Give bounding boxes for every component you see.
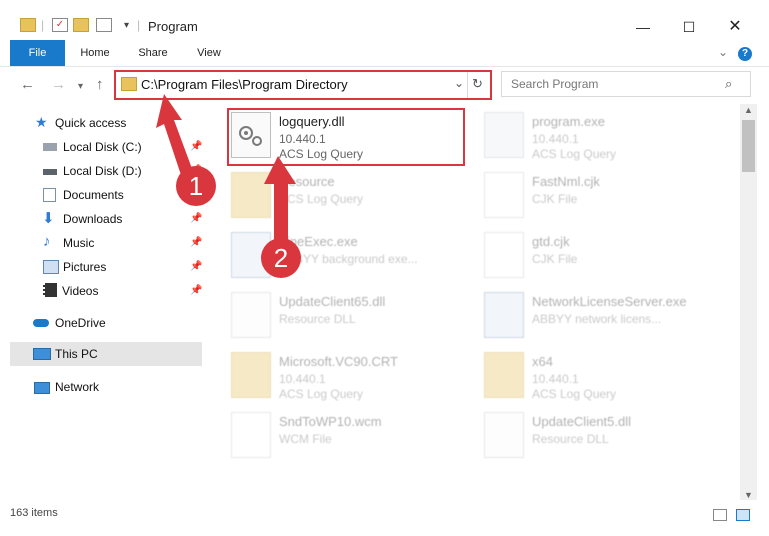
sidebar-item-network[interactable]: Network bbox=[0, 376, 202, 398]
exe-icon bbox=[484, 292, 524, 338]
tab-view[interactable]: View bbox=[186, 40, 232, 66]
star-icon: ★ bbox=[35, 114, 48, 130]
network-icon bbox=[34, 382, 50, 394]
file-description: WCM File bbox=[279, 432, 332, 446]
download-icon: ⬇ bbox=[42, 210, 55, 227]
file-name: SndToWP10.wcm bbox=[279, 414, 382, 429]
forward-arrow-icon[interactable]: → bbox=[51, 77, 66, 93]
properties-icon[interactable]: ✓ bbox=[52, 18, 68, 32]
recent-locations-icon[interactable]: ▾ bbox=[78, 79, 83, 95]
file-item[interactable]: x64 10.440.1 ACS Log Query bbox=[484, 352, 724, 408]
file-item[interactable]: program.exe 10.440.1 ACS Log Query bbox=[484, 112, 724, 168]
computer-icon bbox=[33, 348, 51, 360]
file-item[interactable]: FastNml.cjk CJK File bbox=[484, 172, 724, 228]
tab-home[interactable]: Home bbox=[72, 40, 118, 66]
file-icon bbox=[484, 232, 524, 278]
details-view-icon[interactable] bbox=[713, 509, 727, 521]
up-arrow-icon[interactable]: ↑ bbox=[96, 77, 104, 93]
file-description: ACS Log Query bbox=[279, 387, 364, 401]
close-icon: ✕ bbox=[728, 18, 742, 35]
drive-icon bbox=[43, 143, 57, 151]
sidebar-item-onedrive[interactable]: OneDrive bbox=[0, 312, 202, 334]
help-icon[interactable]: ? bbox=[738, 47, 752, 61]
file-name: NetworkLicenseServer.exe bbox=[532, 294, 687, 309]
title-bar: | ✓ ▾ | Program — ☐ ✕ bbox=[0, 0, 769, 40]
file-item[interactable]: NetworkLicenseServer.exe ABBYY network l… bbox=[484, 292, 724, 348]
file-item[interactable]: UpdateClient5.dll Resource DLL bbox=[484, 412, 724, 468]
folder-icon bbox=[231, 352, 271, 398]
divider: | bbox=[137, 18, 141, 32]
divider: | bbox=[41, 18, 45, 32]
arrow-1-icon bbox=[156, 94, 194, 178]
minimize-icon: — bbox=[636, 19, 650, 35]
music-icon: ♪ bbox=[43, 233, 51, 250]
large-icons-view-icon[interactable] bbox=[736, 509, 750, 521]
search-placeholder: Search Program bbox=[511, 77, 599, 91]
scroll-thumb[interactable] bbox=[742, 120, 755, 172]
window-title: Program bbox=[148, 19, 198, 34]
video-icon bbox=[43, 283, 57, 297]
expand-ribbon-icon[interactable]: ⌄ bbox=[718, 45, 728, 59]
file-item[interactable]: gtd.cjk CJK File bbox=[484, 232, 724, 288]
dll-gear-icon bbox=[231, 292, 271, 338]
step-badge-1: 1 bbox=[176, 166, 216, 206]
file-name: Microsoft.VC90.CRT bbox=[279, 354, 398, 369]
drive-icon bbox=[43, 169, 57, 175]
dll-gear-icon bbox=[484, 412, 524, 458]
new-folder-icon[interactable] bbox=[73, 18, 89, 32]
file-description: ACS Log Query bbox=[532, 147, 617, 161]
back-arrow-icon[interactable]: ← bbox=[20, 77, 35, 93]
search-icon[interactable]: ⌕ bbox=[725, 76, 732, 92]
status-bar bbox=[0, 502, 769, 526]
file-version: 10.440.1 bbox=[532, 132, 579, 146]
cloud-icon bbox=[33, 319, 49, 327]
file-name: UpdateClient5.dll bbox=[532, 414, 632, 429]
ribbon: File Home Share View ⌄ ? bbox=[0, 40, 769, 67]
file-description: CJK File bbox=[532, 192, 578, 206]
file-description: ABBYY network licens... bbox=[532, 312, 662, 326]
file-name: FastNml.cjk bbox=[532, 174, 600, 189]
folder-icon[interactable] bbox=[20, 18, 36, 32]
file-item[interactable]: Microsoft.VC90.CRT 10.440.1 ACS Log Quer… bbox=[231, 352, 471, 408]
step-badge-2: 2 bbox=[261, 238, 301, 278]
file-version: 10.440.1 bbox=[279, 372, 326, 386]
file-item[interactable]: SndToWP10.wcm WCM File bbox=[231, 412, 471, 468]
documents-icon bbox=[43, 188, 56, 202]
chevron-down-icon[interactable]: ▾ bbox=[124, 20, 129, 31]
file-item[interactable]: UpdateClient65.dll Resource DLL bbox=[231, 292, 471, 348]
file-name: UpdateClient65.dll bbox=[279, 294, 386, 309]
file-name: x64 bbox=[532, 354, 553, 369]
sidebar-item-videos[interactable]: Videos 📌 bbox=[0, 280, 202, 302]
file-icon bbox=[231, 412, 271, 458]
file-description: Resource DLL bbox=[279, 312, 356, 326]
tab-share[interactable]: Share bbox=[128, 40, 178, 66]
scroll-up-icon[interactable]: ▲ bbox=[744, 105, 753, 115]
minimize-button[interactable]: — bbox=[620, 14, 666, 40]
file-icon bbox=[484, 172, 524, 218]
exe-icon bbox=[484, 112, 524, 158]
arrow-2-icon bbox=[264, 156, 296, 250]
scroll-down-icon[interactable]: ▼ bbox=[744, 490, 753, 500]
customize-icon[interactable] bbox=[96, 18, 112, 32]
tab-file[interactable]: File bbox=[10, 40, 65, 66]
file-description: Resource DLL bbox=[532, 432, 609, 446]
sidebar-item-this-pc[interactable]: This PC bbox=[10, 342, 202, 366]
file-description: CJK File bbox=[532, 252, 578, 266]
file-name: gtd.cjk bbox=[532, 234, 570, 249]
file-name: program.exe bbox=[532, 114, 605, 129]
close-button[interactable]: ✕ bbox=[712, 14, 758, 40]
item-count: 163 items bbox=[10, 507, 58, 519]
maximize-button[interactable]: ☐ bbox=[666, 14, 712, 40]
pin-icon[interactable]: 📌 bbox=[190, 285, 202, 296]
file-version: 10.440.1 bbox=[532, 372, 579, 386]
maximize-icon: ☐ bbox=[682, 19, 696, 35]
folder-icon bbox=[484, 352, 524, 398]
file-description: ACS Log Query bbox=[532, 387, 617, 401]
pictures-icon bbox=[43, 260, 59, 274]
